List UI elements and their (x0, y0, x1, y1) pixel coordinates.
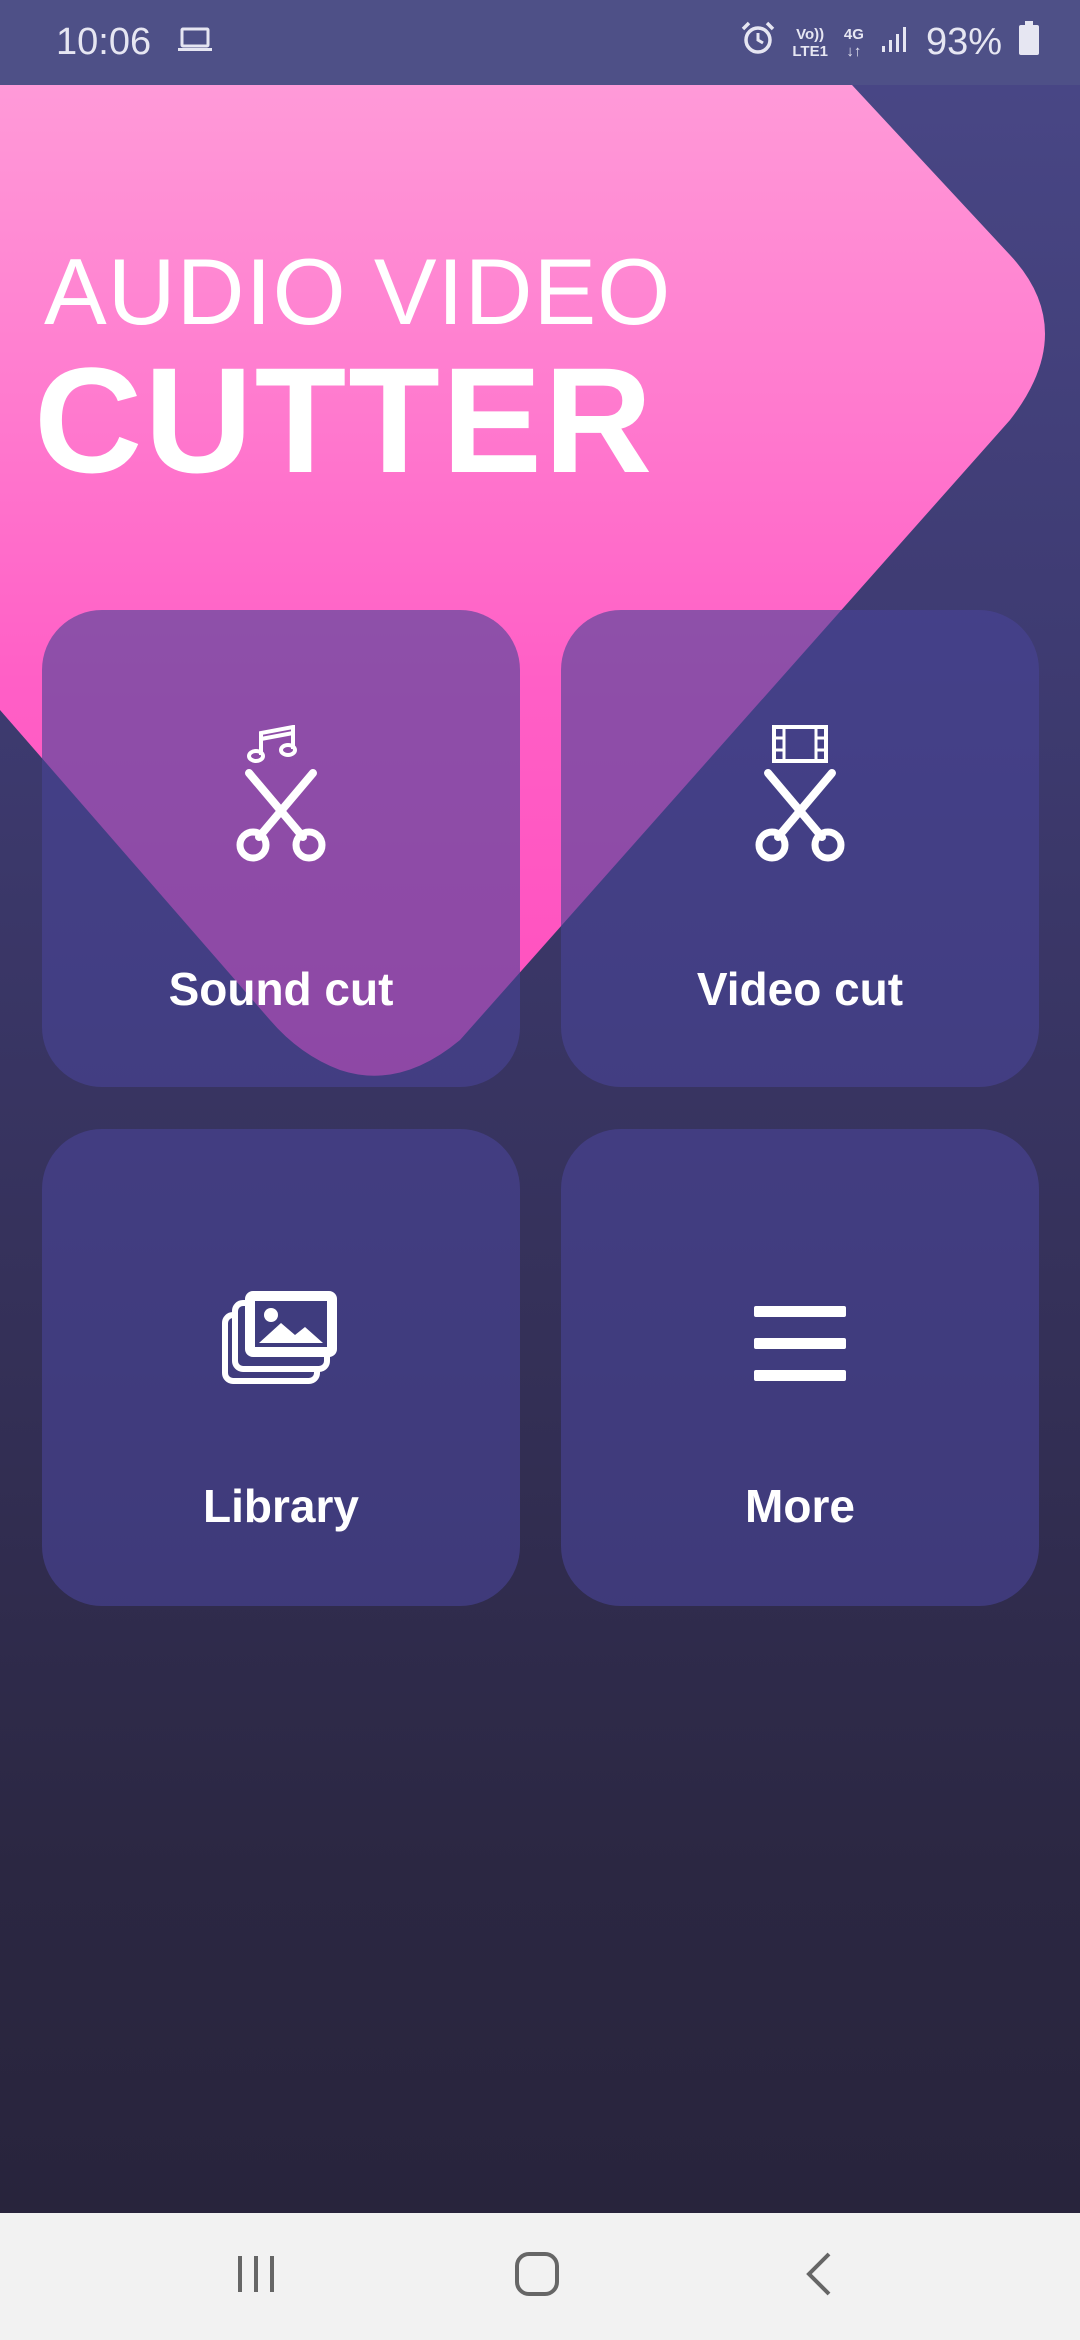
more-button[interactable]: More (561, 1129, 1039, 1606)
video-cut-label: Video cut (696, 963, 904, 1015)
app-title-line1: AUDIO VIDEO (44, 239, 672, 344)
volte-indicator: Vo)) LTE1 (792, 25, 828, 60)
gallery-icon (221, 1289, 341, 1390)
recents-button[interactable] (176, 2213, 336, 2340)
home-button[interactable] (457, 2213, 617, 2340)
back-icon (803, 2251, 833, 2302)
video-cut-button[interactable]: Video cut (561, 610, 1039, 1087)
library-button[interactable]: Library (42, 1129, 520, 1606)
battery-percent: 93% (925, 21, 1002, 63)
battery-icon (1018, 20, 1040, 65)
system-nav-bar (0, 2213, 1080, 2340)
laptop-icon (177, 21, 213, 64)
app-title-line2: CUTTER (34, 336, 655, 504)
film-scissors-icon (750, 725, 850, 870)
signal-icon (880, 21, 910, 64)
recents-icon (234, 2254, 278, 2299)
more-label: More (745, 1480, 855, 1532)
alarm-icon (740, 20, 776, 66)
music-scissors-icon (231, 724, 331, 870)
network-type-indicator: 4G ↓↑ (843, 25, 864, 60)
status-time: 10:06 (56, 21, 152, 63)
back-button[interactable] (738, 2213, 898, 2340)
home-icon (514, 2251, 560, 2302)
library-label: Library (203, 1480, 359, 1532)
status-bar: 10:06 Vo)) LTE1 4G ↓↑ 93% (0, 0, 1080, 85)
sound-cut-button[interactable]: Sound cut (42, 610, 520, 1087)
menu-icon (752, 1304, 848, 1389)
sound-cut-label: Sound cut (168, 963, 394, 1015)
